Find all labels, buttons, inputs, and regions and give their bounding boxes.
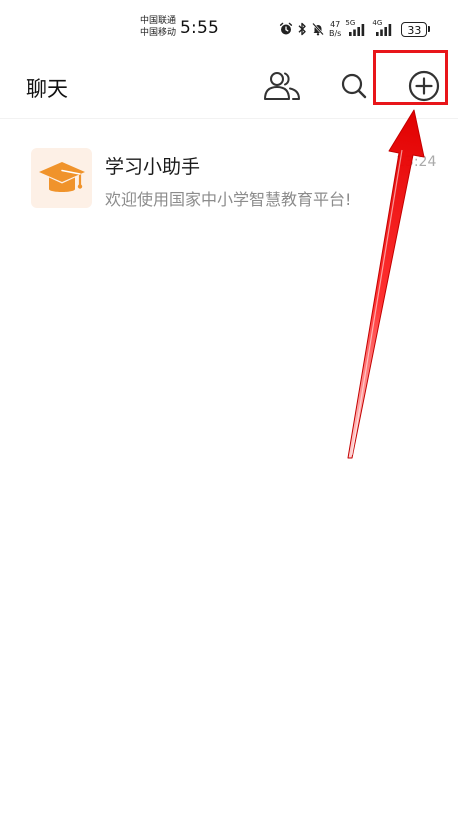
status-icons: 47 B/s 5G 4G 33 — [279, 17, 431, 41]
chat-name: 学习小助手 — [105, 156, 201, 178]
battery-level: 33 — [401, 21, 428, 37]
mute-bell-icon — [311, 22, 325, 36]
contacts-button[interactable] — [262, 66, 302, 106]
battery-icon: 33 — [401, 21, 431, 37]
add-button[interactable] — [404, 66, 444, 106]
page-title: 聊天 — [26, 77, 68, 101]
signal-5g-label: 5G — [345, 19, 356, 27]
search-icon — [341, 73, 367, 99]
chat-preview: 欢迎使用国家中小学智慧教育平台! — [105, 190, 352, 209]
graduation-cap-icon — [38, 162, 85, 192]
search-button[interactable] — [334, 66, 374, 106]
chat-time: 13:24 — [396, 154, 437, 170]
chat-item[interactable]: 学习小助手 欢迎使用国家中小学智慧教育平台! 13:24 — [0, 130, 458, 224]
signal-5g: 5G — [345, 19, 367, 37]
annotation-arrow — [347, 109, 425, 459]
alarm-icon — [279, 22, 293, 36]
avatar — [31, 148, 92, 208]
net-speed-value: 47 — [330, 20, 341, 29]
status-bar: 中国联通 中国移动 5:55 47 B/s 5G 4G 33 — [0, 0, 458, 56]
status-clock: 5:55 — [180, 18, 219, 38]
carrier-info: 中国联通 中国移动 — [140, 15, 176, 39]
add-icon — [408, 70, 440, 102]
bluetooth-icon — [297, 22, 307, 36]
chat-list: 学习小助手 欢迎使用国家中小学智慧教育平台! 13:24 — [0, 130, 458, 224]
net-speed: 47 B/s — [329, 20, 341, 38]
contacts-icon — [264, 72, 300, 100]
signal-4g-label: 4G — [372, 19, 383, 27]
net-speed-unit: B/s — [329, 29, 342, 38]
carrier-2-label: 中国移动 — [140, 28, 177, 38]
signal-4g: 4G — [372, 19, 394, 37]
chat-header: 聊天 — [0, 56, 458, 119]
carrier-1-label: 中国联通 — [140, 16, 177, 26]
